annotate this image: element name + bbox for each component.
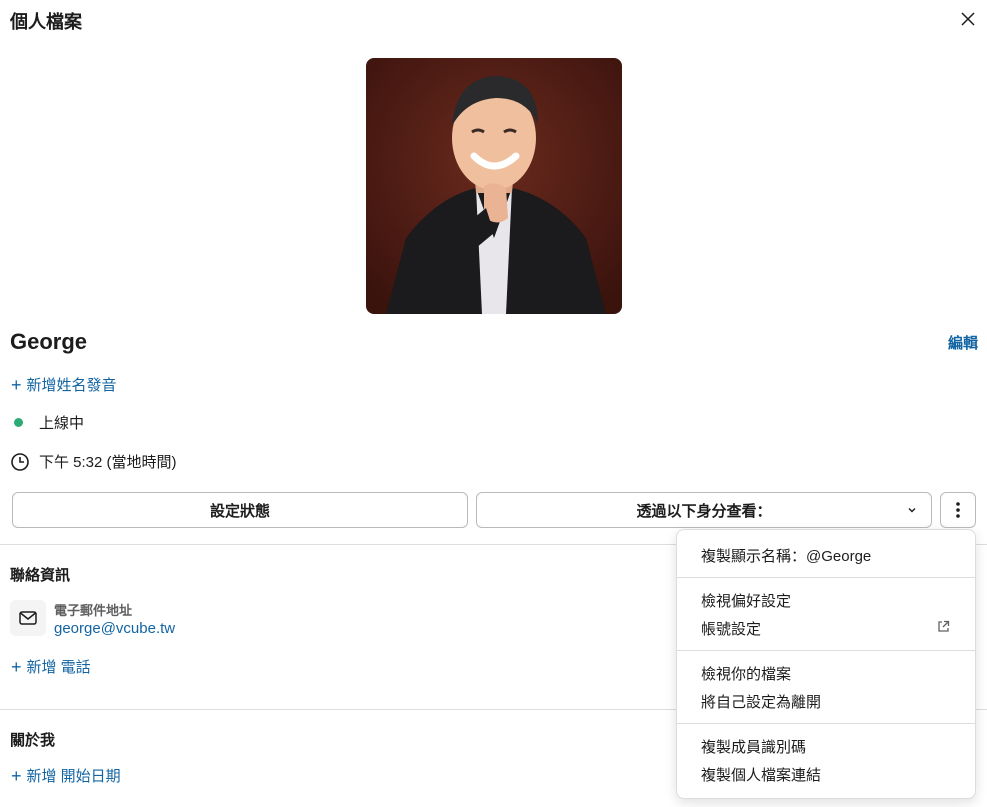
contact-section-title: 聯絡資訊: [10, 567, 71, 584]
close-icon: [961, 12, 975, 26]
plus-icon: +: [11, 374, 22, 395]
chevron-down-icon: [908, 508, 916, 513]
add-phone-link[interactable]: + 新增 電話: [11, 656, 91, 677]
menu-divider: [677, 577, 975, 578]
avatar: [366, 58, 622, 314]
display-name: George: [10, 329, 88, 354]
email-label: 電子郵件地址: [54, 603, 133, 618]
presence-label: 上線中: [39, 415, 85, 432]
plus-icon: +: [11, 656, 22, 677]
email-link[interactable]: george@vcube.tw: [54, 620, 175, 637]
menu-copy-member-id[interactable]: 複製成員識別碼: [701, 736, 806, 757]
close-button[interactable]: [957, 8, 979, 30]
about-section-title: 關於我: [10, 732, 56, 749]
view-as-label: 透過以下身分查看：: [636, 502, 772, 520]
set-status-button[interactable]: 設定狀態: [12, 492, 468, 528]
menu-copy-display-name[interactable]: 複製顯示名稱：@George: [701, 545, 871, 566]
plus-icon: +: [11, 765, 22, 786]
presence-status: 上線中: [14, 412, 84, 433]
page-title: 個人檔案: [10, 12, 82, 32]
menu-set-away[interactable]: 將自己設定為離開: [701, 691, 821, 712]
envelope-icon: [19, 611, 37, 625]
menu-copy-profile-link[interactable]: 複製個人檔案連結: [701, 764, 821, 785]
view-as-dropdown[interactable]: 透過以下身分查看：: [476, 492, 932, 528]
more-actions-button[interactable]: [940, 492, 976, 528]
local-time-label: 下午 5:32 (當地時間): [39, 454, 177, 471]
menu-divider: [677, 723, 975, 724]
more-vertical-icon: [956, 502, 960, 518]
more-actions-menu: 複製顯示名稱：@George 檢視偏好設定 帳號設定 檢視你的檔案 將自己設定為…: [676, 529, 976, 799]
add-name-pronunciation-link[interactable]: + 新增姓名發音: [11, 374, 117, 395]
menu-view-your-profile[interactable]: 檢視你的檔案: [701, 663, 791, 684]
add-phone-label: 新增 電話: [26, 659, 91, 676]
menu-account-settings[interactable]: 帳號設定: [701, 618, 761, 639]
external-link-icon: [938, 620, 950, 632]
edit-profile-link[interactable]: 編輯: [948, 332, 978, 353]
online-dot-icon: [14, 418, 23, 427]
local-time: 下午 5:32 (當地時間): [10, 451, 177, 472]
add-name-pronunciation-label: 新增姓名發音: [26, 377, 117, 394]
clock-icon: [11, 452, 29, 471]
email-icon-box: [10, 600, 46, 636]
menu-divider: [677, 650, 975, 651]
add-start-date-link[interactable]: + 新增 開始日期: [11, 765, 121, 786]
add-start-date-label: 新增 開始日期: [26, 768, 121, 785]
menu-view-preferences[interactable]: 檢視偏好設定: [701, 590, 791, 611]
